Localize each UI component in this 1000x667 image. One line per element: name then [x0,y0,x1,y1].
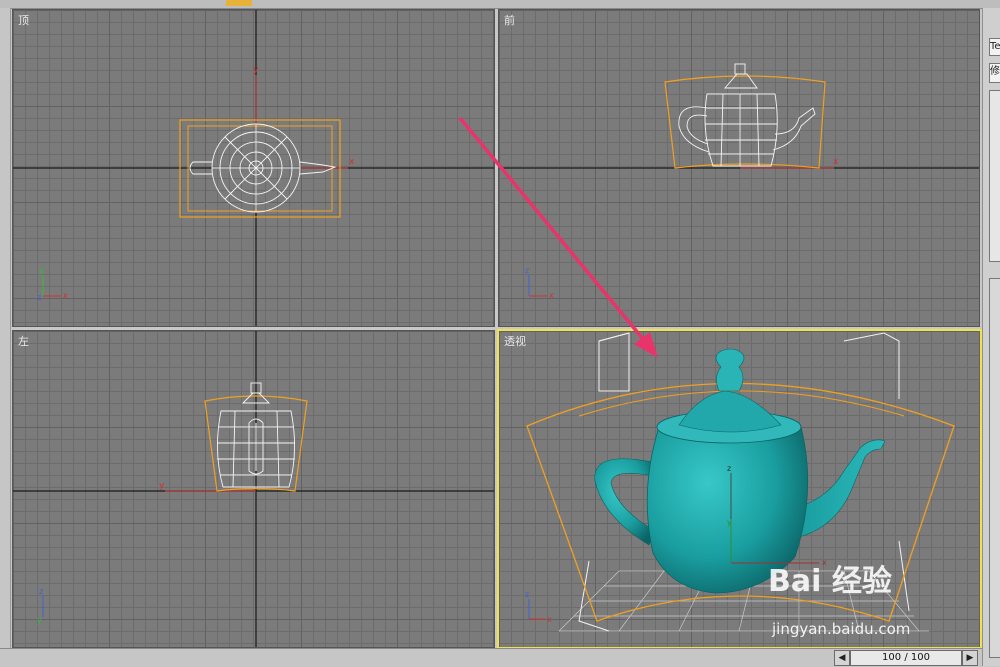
viewport-top[interactable]: 顶 x y y x z [12,9,495,327]
viewport-left[interactable]: 左 y z y [12,330,495,648]
command-panel: Te 修 [982,8,1000,666]
command-panel-field-modifier[interactable]: 修 [989,63,1000,83]
svg-text:x: x [547,615,552,624]
command-panel-list[interactable] [989,90,1000,262]
svg-text:y: y [37,616,42,625]
top-toolbar-strip [0,0,1000,9]
svg-text:x: x [549,291,554,300]
timeline-prev-button[interactable]: ◀ [834,650,850,666]
front-axis-tripod: z x [525,266,554,300]
watermark-url: jingyan.baidu.com [772,620,911,638]
timeline-next-button[interactable]: ▶ [962,650,978,666]
front-x-axis-label: x [833,157,839,167]
active-tool-marker[interactable] [226,0,252,6]
triangle-left-icon: ◀ [838,653,846,663]
command-panel-field-name[interactable]: Te [989,38,1000,56]
perspective-axis-tripod: z x [525,590,552,624]
watermark-brand: Bai 经验 [768,564,892,599]
svg-text:z: z [39,587,43,596]
svg-text:z: z [525,590,529,599]
top-axis-tripod: y x z [37,266,68,302]
left-toolbar-strip [0,8,11,648]
watermark: Bai 经验 jingyan.baidu.com [768,556,968,646]
top-y-axis-label: y [253,65,259,75]
svg-text:z: z [727,464,731,473]
left-y-axis-label: y [159,481,165,491]
svg-text:x: x [63,291,68,300]
viewport-front[interactable]: 前 x z x [498,9,980,327]
svg-text:y: y [39,266,44,275]
triangle-right-icon: ▶ [966,653,974,663]
top-x-axis-label: x [349,157,355,167]
command-panel-rollout[interactable] [989,278,1000,658]
svg-text:z: z [525,266,529,275]
top-view-scene: x y y x z [13,10,494,326]
teapot-front-wireframe[interactable] [678,63,816,167]
left-view-scene: y z y [13,331,494,647]
timeline-frame-indicator[interactable]: 100 / 100 [850,650,962,666]
svg-text:z: z [37,293,41,302]
svg-text:y: y [727,518,732,527]
front-view-scene: x z x [499,63,979,300]
left-axis-tripod: z y [37,587,44,625]
